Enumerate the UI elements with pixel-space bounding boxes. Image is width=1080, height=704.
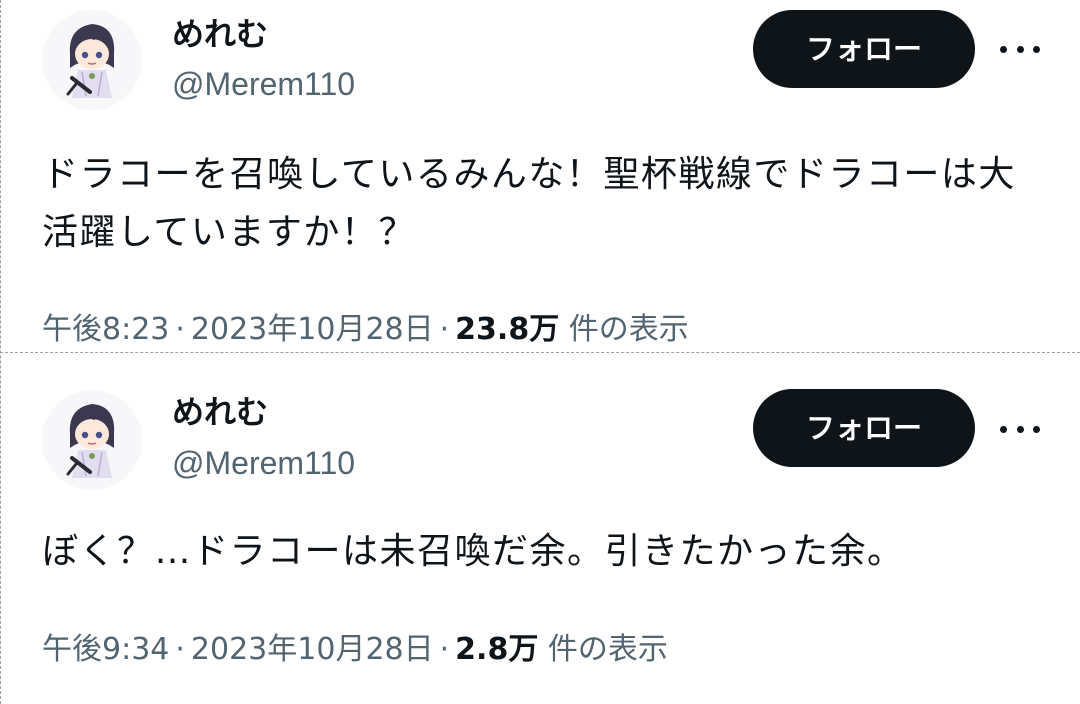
more-dot [1033,425,1040,433]
user-handle[interactable]: @Merem110 [172,443,355,483]
tweet-time[interactable]: 午後8:23 [42,312,169,347]
more-dot [1000,425,1007,433]
more-dot [1016,425,1024,433]
views-count[interactable]: 23.8万 [455,312,559,347]
more-horizontal-icon[interactable] [1000,39,1040,59]
meta-separator: · [439,632,450,667]
meta-separator: · [439,312,450,347]
more-dot [1000,45,1007,53]
avatar[interactable] [42,390,142,490]
views-label: 件の表示 [547,632,668,667]
views-count[interactable]: 2.8万 [455,632,538,667]
more-dot [1016,45,1024,53]
more-dot [1033,45,1040,53]
meta-separator: · [175,632,185,667]
tweet-time[interactable]: 午後9:34 [42,632,169,667]
display-name[interactable]: めれむ [172,392,268,432]
follow-button[interactable]: フォロー [753,10,975,88]
tweet-date[interactable]: 2023年10月28日 [191,312,434,347]
tweet[interactable]: めれむ @Merem110 フォロー ぼく？…ドラコーは未召喚だ余。引きたかった… [0,352,1080,704]
avatar-image [42,390,142,490]
tweet-text: ぼく？…ドラコーは未召喚だ余。引きたかった余。 [42,531,905,572]
more-horizontal-icon[interactable] [1000,419,1040,439]
follow-button[interactable]: フォロー [753,389,975,467]
tweet-screenshot: めれむ @Merem110 フォロー ドラコーを召喚しているみんな！聖杯戦線でド… [0,0,1080,704]
tweet[interactable]: めれむ @Merem110 フォロー ドラコーを召喚しているみんな！聖杯戦線でド… [0,0,1080,352]
views-label: 件の表示 [568,312,689,347]
display-name[interactable]: めれむ [172,14,268,54]
tweet-text: ドラコーを召喚しているみんな！聖杯戦線でドラコーは大活躍していますか！？ [42,154,1016,253]
tweet-meta: 午後9:34 · 2023年10月28日 · 2.8万 件の表示 [42,630,668,670]
tweet-meta: 午後8:23 · 2023年10月28日 · 23.8万 件の表示 [42,310,689,350]
user-handle[interactable]: @Merem110 [172,64,355,104]
meta-separator: · [175,312,185,347]
tweet-date[interactable]: 2023年10月28日 [191,632,434,667]
avatar[interactable] [42,10,142,110]
avatar-image [42,10,142,110]
